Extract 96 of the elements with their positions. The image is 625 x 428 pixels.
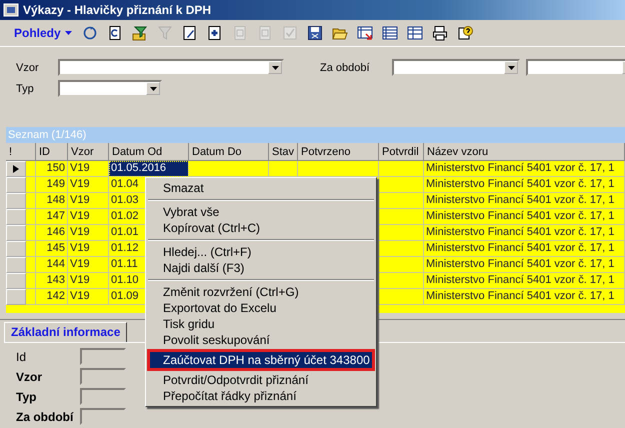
table-cell: 01.05.2016 <box>109 161 189 177</box>
column-header[interactable]: Datum Do <box>189 143 269 161</box>
table-cell: 149 <box>36 177 68 193</box>
field-label: Typ <box>16 390 38 404</box>
input-field[interactable] <box>80 408 126 425</box>
column-header[interactable]: Potvrdil <box>379 143 424 161</box>
combo-field[interactable] <box>526 59 625 76</box>
table-cell: V19 <box>68 241 109 257</box>
table-cell: V19 <box>68 209 109 225</box>
filter-label: Vzor <box>16 62 40 74</box>
table-cell: V19 <box>68 177 109 193</box>
table-cell: V19 <box>68 257 109 273</box>
combo-field[interactable] <box>58 80 162 97</box>
tab[interactable]: Základní informace <box>4 322 128 342</box>
combo-field[interactable] <box>392 59 520 76</box>
column-header[interactable]: ID <box>36 143 68 161</box>
table-cell <box>26 257 36 273</box>
table-cell: 145 <box>36 241 68 257</box>
table-cell: V19 <box>68 289 109 305</box>
table-cell: Ministerstvo Financí 5401 vzor č. 17, 1 <box>424 225 625 241</box>
column-header[interactable]: ! <box>6 143 36 161</box>
window-title: Výkazy - Hlavičky přiznání k DPH <box>23 3 212 17</box>
input-field[interactable] <box>80 348 126 365</box>
table-cell <box>379 161 424 177</box>
table-cell: Ministerstvo Financí 5401 vzor č. 17, 1 <box>424 273 625 289</box>
table-cell <box>26 241 36 257</box>
table-cell: V19 <box>68 273 109 289</box>
table-cell <box>379 257 424 273</box>
field-label: Id <box>16 350 28 364</box>
table-icon[interactable] <box>406 24 424 42</box>
refresh-icon[interactable] <box>80 24 99 42</box>
arrow-icon <box>13 165 19 173</box>
menu-item[interactable]: Zaúčtovat DPH na sběrný účet 343800 <box>149 351 373 369</box>
input-field[interactable] <box>80 368 126 385</box>
table-cell <box>269 161 298 177</box>
table-cell: V19 <box>68 161 109 177</box>
menu-item[interactable]: Povolit seskupování <box>146 332 376 348</box>
table-cell <box>379 225 424 241</box>
table-cell <box>379 193 424 209</box>
table-cell: 147 <box>36 209 68 225</box>
table-cell <box>26 273 36 289</box>
menu-item[interactable]: Potvrdit/Odpotvrdit přiznání <box>146 372 376 388</box>
table-cell: V19 <box>68 225 109 241</box>
list-icon[interactable] <box>380 24 399 42</box>
table-cell: Ministerstvo Financí 5401 vzor č. 17, 1 <box>424 177 625 193</box>
save-icon[interactable] <box>306 24 324 42</box>
caret-icon <box>272 66 278 70</box>
table-cell: Ministerstvo Financí 5401 vzor č. 17, 1 <box>424 257 625 273</box>
column-header[interactable]: Název vzoru <box>424 143 625 161</box>
table-cell <box>26 209 36 225</box>
dropdown-button[interactable] <box>268 61 282 74</box>
table-cell: V19 <box>68 193 109 209</box>
combo-field[interactable] <box>58 59 284 76</box>
help-icon[interactable] <box>456 24 474 42</box>
column-header[interactable]: Vzor <box>68 143 109 161</box>
table-cell: 150 <box>36 161 68 177</box>
table-cell: 143 <box>36 273 68 289</box>
print-icon[interactable] <box>430 24 449 42</box>
table-cell <box>26 177 36 193</box>
list-title: Seznam (1/146) <box>6 127 625 143</box>
table-cell: Ministerstvo Financí 5401 vzor č. 17, 1 <box>424 209 625 225</box>
table-cell: Ministerstvo Financí 5401 vzor č. 17, 1 <box>424 161 625 177</box>
caret-icon <box>508 66 514 70</box>
views-menu[interactable]: Pohledy <box>12 26 74 40</box>
table-cell: Ministerstvo Financí 5401 vzor č. 17, 1 <box>424 241 625 257</box>
dropdown-button[interactable] <box>504 61 518 74</box>
table-cell <box>379 209 424 225</box>
grid-icon[interactable] <box>356 24 374 42</box>
column-header[interactable]: Stav <box>269 143 298 161</box>
input-field[interactable] <box>80 388 126 405</box>
caret-icon <box>64 31 72 35</box>
filter-label: Typ <box>16 82 35 94</box>
row-indicator[interactable] <box>6 161 26 177</box>
column-header[interactable]: Potvrzeno <box>298 143 379 161</box>
table-cell <box>379 241 424 257</box>
menu-item[interactable]: Přepočítat řádky přiznání <box>146 388 376 404</box>
dropdown-button[interactable] <box>146 82 160 95</box>
table-cell: Ministerstvo Financí 5401 vzor č. 17, 1 <box>424 289 625 305</box>
table-cell <box>26 225 36 241</box>
column-header[interactable]: Datum Od <box>109 143 189 161</box>
field-label: Vzor <box>16 370 44 384</box>
filter-label: Za období <box>320 62 371 74</box>
caret-icon <box>150 86 156 90</box>
table-cell: 146 <box>36 225 68 241</box>
table-cell <box>26 193 36 209</box>
app-icon <box>3 3 19 17</box>
table-cell: Ministerstvo Financí 5401 vzor č. 17, 1 <box>424 193 625 209</box>
table-cell <box>379 177 424 193</box>
table-cell <box>26 161 36 177</box>
table-cell: 148 <box>36 193 68 209</box>
table-cell <box>379 273 424 289</box>
table-cell: 142 <box>36 289 68 305</box>
filter-icon[interactable] <box>130 24 149 42</box>
table-cell: 144 <box>36 257 68 273</box>
menu-item[interactable]: Tisk gridu <box>146 316 376 332</box>
field-label: Za období <box>16 410 75 424</box>
